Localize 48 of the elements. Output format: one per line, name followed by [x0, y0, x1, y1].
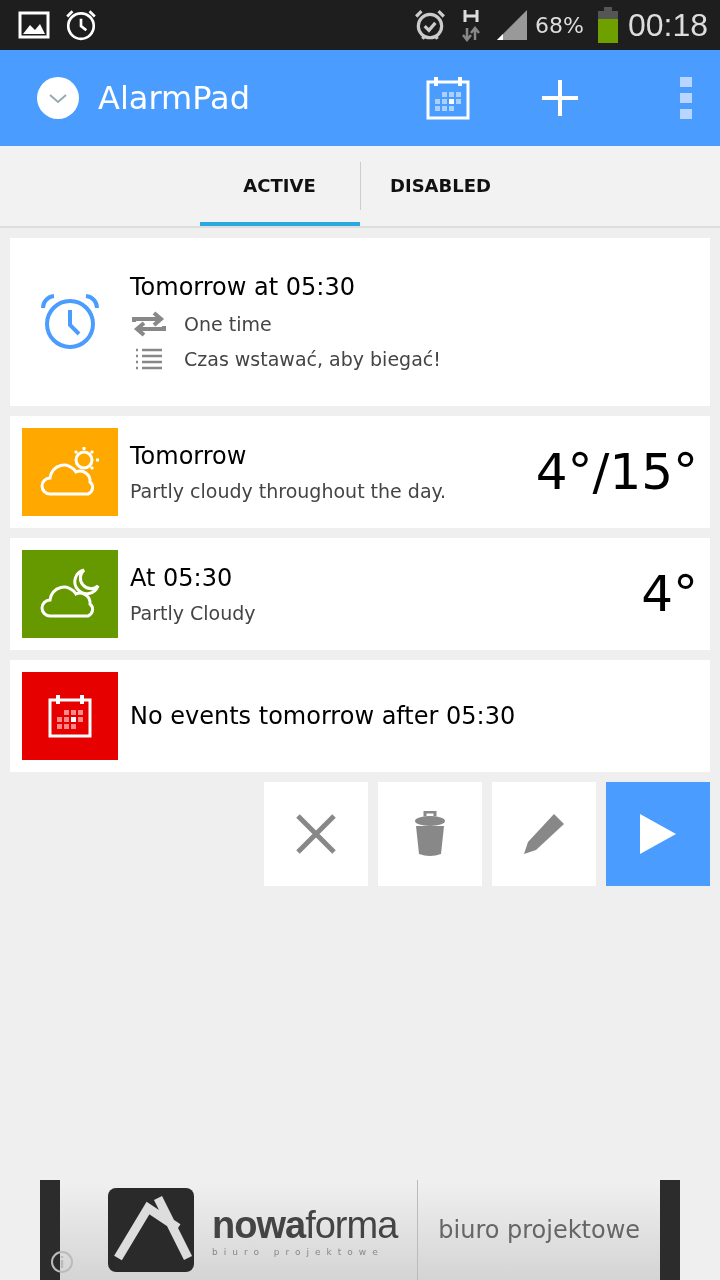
card-title: No events tomorrow after 05:30 [130, 702, 517, 730]
temperature: 4°/15° [535, 443, 698, 501]
clock-time: 00:18 [627, 6, 708, 44]
tab[interactable]: ACTIVE [199, 146, 360, 226]
battery-icon [597, 7, 618, 43]
calendar-icon [48, 694, 92, 738]
alarm-note: Czas wstawać, aby biegać! [184, 348, 441, 370]
alarm-clock-icon [40, 294, 100, 350]
ad-banner[interactable]: nowaforma biuro projektowe biuro projektowe [40, 1180, 680, 1280]
alarm-clock-icon [413, 8, 447, 42]
card-title: At 05:30 [130, 564, 234, 592]
add-button[interactable] [540, 78, 580, 118]
temperature: 4° [641, 565, 698, 623]
alarm-card[interactable]: Tomorrow at 05:30 One time Czas wstawać, aby biegać! [10, 238, 710, 406]
trash-icon [414, 811, 446, 857]
tab[interactable]: DISABLED [360, 146, 521, 226]
alarm-time: Tomorrow at 05:30 [130, 273, 356, 301]
info-icon[interactable] [50, 1250, 74, 1274]
clock-logo-icon [36, 76, 80, 120]
moon-cloud-icon [40, 568, 100, 620]
play-button[interactable] [606, 782, 710, 886]
ad-tagline: biuro projektowe [438, 1216, 641, 1244]
delete-button[interactable] [378, 782, 482, 886]
calendar-icon [426, 76, 470, 120]
brand-name: nowaforma [212, 1203, 398, 1247]
app-title: AlarmPad [98, 79, 250, 117]
sun-cloud-icon [40, 446, 100, 498]
battery-percent: 68% [535, 12, 584, 38]
card-title: Tomorrow [130, 442, 248, 470]
brand-caption: biuro projektowe [212, 1246, 385, 1257]
signal-icon [495, 8, 529, 42]
repeat-icon [130, 309, 168, 339]
edit-button[interactable] [492, 782, 596, 886]
repeat-label: One time [184, 313, 272, 335]
dismiss-button[interactable] [264, 782, 368, 886]
weather-description: Partly cloudy throughout the day. [130, 480, 448, 502]
weather-description: Partly Cloudy [130, 602, 257, 624]
play-icon [638, 812, 678, 856]
overflow-menu-button[interactable] [680, 77, 692, 119]
image-icon [18, 9, 50, 41]
menu-icon [680, 77, 692, 119]
logo-icon [108, 1188, 194, 1272]
alarm-clock-icon [64, 8, 98, 42]
pencil-icon [522, 812, 566, 856]
data-arrows-icon [461, 8, 481, 42]
plus-icon [540, 78, 580, 118]
calendar-button[interactable] [426, 76, 470, 120]
close-icon [296, 814, 336, 854]
